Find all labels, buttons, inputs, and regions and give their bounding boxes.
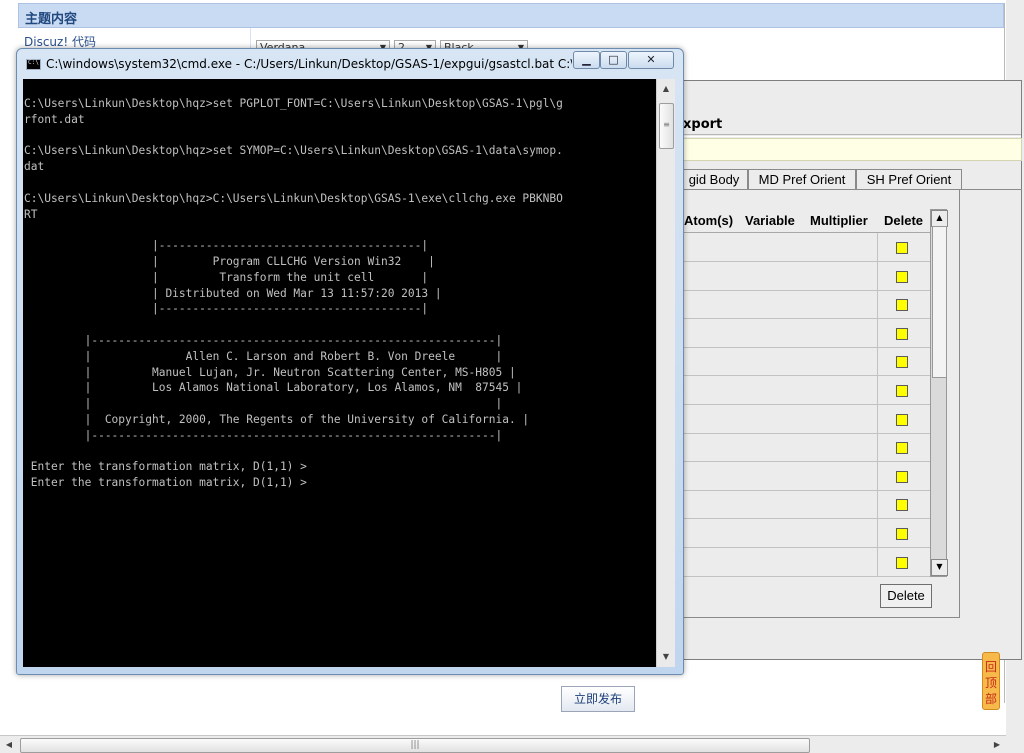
delete-checkbox[interactable] — [896, 299, 908, 312]
column-header-multiplier: Multiplier — [810, 213, 868, 228]
table-row — [681, 261, 931, 291]
cmd-app-icon — [26, 59, 41, 70]
section-title: 主题内容 — [25, 12, 78, 27]
column-header-atoms: Atom(s) — [684, 213, 734, 228]
scrollbar-thumb[interactable] — [932, 226, 947, 378]
delete-checkbox[interactable] — [896, 356, 908, 369]
tab-sh-pref-orient[interactable]: SH Pref Orient — [856, 169, 962, 189]
table-row — [681, 376, 930, 405]
table-row — [681, 404, 931, 434]
delete-checkbox[interactable] — [896, 442, 908, 455]
tab-md-pref-orient[interactable]: MD Pref Orient — [748, 169, 856, 189]
table-row — [681, 490, 931, 520]
page-horizontal-scrollbar[interactable]: ◀ ||| ▶ — [0, 735, 1006, 753]
delete-checkbox[interactable] — [896, 413, 908, 426]
minimize-icon: ▁ — [582, 53, 591, 66]
delete-cell — [877, 376, 931, 404]
delete-checkbox[interactable] — [896, 385, 908, 397]
close-icon: ✕ — [646, 53, 656, 66]
delete-checkbox[interactable] — [896, 556, 908, 569]
scroll-down-icon[interactable]: ▼ — [659, 650, 673, 664]
cmd-window-title: C:\windows\system32\cmd.exe - C:/Users/L… — [46, 57, 572, 71]
column-header-variable: Variable — [745, 213, 795, 228]
scroll-right-icon[interactable]: ▶ — [990, 738, 1004, 752]
column-header-delete: Delete — [884, 213, 924, 228]
table-row — [681, 347, 931, 377]
delete-checkbox[interactable] — [896, 499, 908, 512]
table-row — [681, 547, 931, 577]
delete-checkbox[interactable] — [896, 270, 908, 283]
expgui-separator — [656, 134, 1021, 137]
delete-button[interactable]: Delete — [880, 584, 932, 608]
delete-cell — [877, 490, 931, 519]
expgui-title: xport — [683, 117, 723, 132]
table-row — [681, 290, 931, 320]
console-output[interactable]: C:\Users\Linkun\Desktop\hqz>set PGPLOT_F… — [23, 79, 656, 667]
scrollbar-thumb[interactable]: ≡ — [659, 103, 674, 149]
delete-cell — [877, 404, 931, 433]
delete-cell — [877, 233, 931, 261]
table-row — [681, 318, 931, 348]
scroll-left-icon[interactable]: ◀ — [2, 738, 16, 752]
maximize-icon: □ — [608, 53, 619, 66]
publish-button[interactable]: 立即发布 — [561, 686, 635, 712]
scroll-down-icon[interactable]: ▼ — [931, 559, 948, 576]
table-row — [681, 461, 931, 491]
delete-checkbox[interactable] — [896, 327, 908, 340]
delete-checkbox[interactable] — [896, 242, 908, 254]
console-scrollbar[interactable]: ▲ ≡ ▼ — [656, 79, 675, 667]
console-text: C:\Users\Linkun\Desktop\hqz>set PGPLOT_F… — [24, 97, 563, 490]
table-row — [681, 433, 931, 463]
expgui-status-bar — [676, 138, 1022, 161]
delete-cell — [877, 519, 931, 547]
delete-cell — [877, 318, 931, 347]
delete-cell — [877, 433, 931, 462]
maximize-button[interactable]: □ — [600, 51, 627, 69]
scroll-up-icon[interactable]: ▲ — [659, 82, 673, 96]
table-row — [681, 519, 930, 548]
delete-cell — [877, 261, 931, 290]
delete-cell — [877, 547, 931, 576]
table-scrollbar[interactable]: ▲ ▼ — [930, 209, 948, 577]
scroll-up-icon[interactable]: ▲ — [931, 210, 948, 227]
constraint-table — [680, 232, 931, 577]
minimize-button[interactable]: ▁ — [573, 51, 600, 69]
delete-cell — [877, 290, 931, 319]
back-to-top-tab[interactable]: 回顶部 — [982, 652, 1000, 710]
delete-cell — [877, 461, 931, 490]
delete-checkbox[interactable] — [896, 528, 908, 540]
delete-checkbox[interactable] — [896, 470, 908, 483]
tab-rigid-body[interactable]: gid Body — [680, 169, 748, 189]
table-row — [681, 233, 930, 262]
close-button[interactable]: ✕ — [628, 51, 674, 69]
delete-cell — [877, 347, 931, 376]
section-header: 主题内容 — [18, 3, 1004, 28]
scrollbar-thumb[interactable]: ||| — [20, 738, 810, 753]
